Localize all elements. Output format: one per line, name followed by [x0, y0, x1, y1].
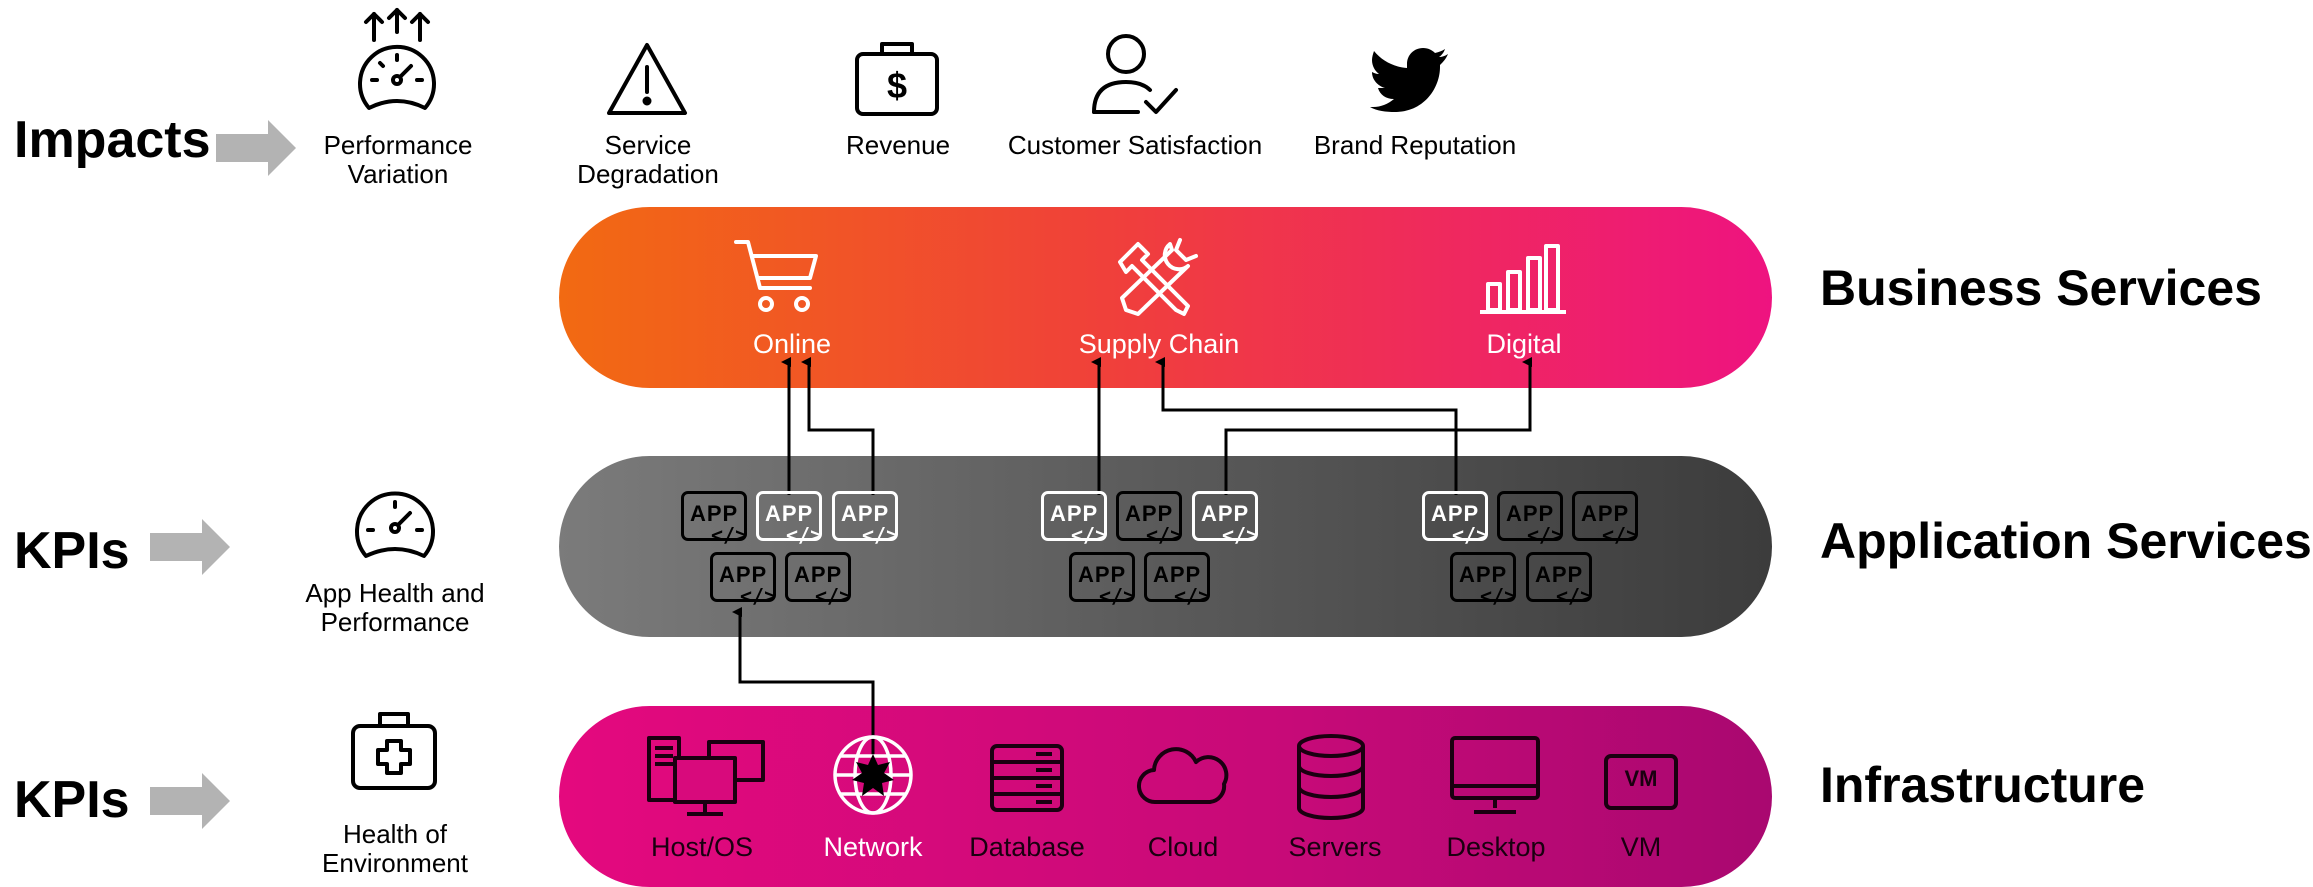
first-aid-kit-icon — [351, 712, 437, 790]
infra-label-network: Network — [823, 832, 923, 862]
code-label: </> — [740, 584, 777, 608]
monitor-icon — [1450, 736, 1540, 814]
code-label: </> — [1174, 584, 1211, 608]
computers-icon — [647, 736, 765, 816]
code-label: </> — [1099, 584, 1136, 608]
code-label: </> — [1146, 523, 1183, 547]
code-label: </> — [1071, 523, 1108, 547]
kpi-app-health-label: App Health and Performance — [305, 578, 485, 637]
globe-icon — [833, 735, 913, 815]
code-label: </> — [1527, 523, 1564, 547]
vm-badge-text: VM — [1624, 766, 1658, 791]
code-label: </> — [711, 523, 748, 547]
code-label: </> — [1452, 523, 1489, 547]
infra-label-database: Database — [969, 832, 1085, 862]
infra-label-host: Host/OS — [650, 832, 754, 862]
speedometer-icon — [355, 491, 435, 558]
infra-label-cloud: Cloud — [1147, 832, 1219, 862]
cloud-icon — [1137, 747, 1229, 805]
infra-label-vm: VM — [1620, 832, 1662, 862]
code-label: </> — [862, 523, 899, 547]
infra-label-servers: Servers — [1288, 832, 1382, 862]
kpi-health-environment-label: Health of Environment — [322, 819, 468, 878]
code-label: </> — [815, 584, 852, 608]
server-stack-icon — [1297, 734, 1365, 820]
code-label: </> — [1602, 523, 1639, 547]
code-label: </> — [1556, 584, 1593, 608]
code-label: </> — [1222, 523, 1259, 547]
database-rack-icon — [990, 744, 1064, 812]
code-label: </> — [786, 523, 823, 547]
code-label: </> — [1480, 584, 1517, 608]
infra-label-desktop: Desktop — [1446, 832, 1546, 862]
